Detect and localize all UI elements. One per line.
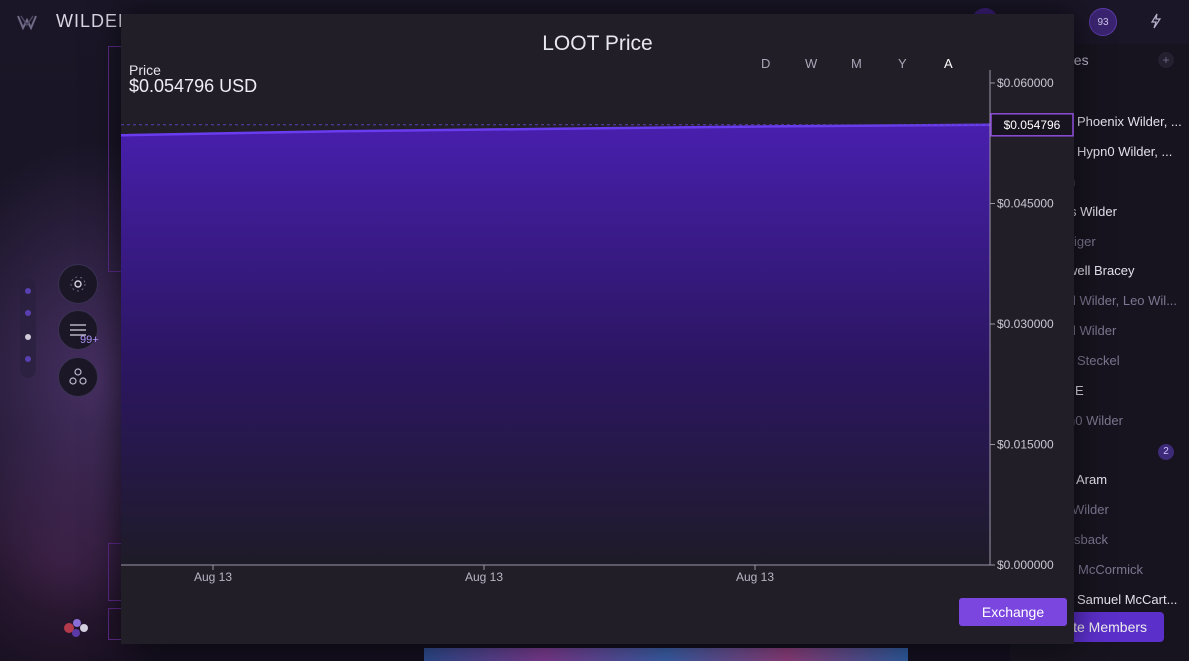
- range-tab-y[interactable]: Y: [898, 56, 907, 71]
- x-tick-label: Aug 13: [736, 570, 774, 584]
- page-indicator-rail: [20, 278, 36, 378]
- y-tick-label: $0.030000: [997, 317, 1054, 331]
- page-dot[interactable]: [25, 288, 31, 294]
- lightning-icon[interactable]: [1143, 8, 1169, 34]
- hub-button[interactable]: [58, 357, 98, 397]
- conversation-item[interactable]: n0 Wilder: [1068, 413, 1123, 428]
- conversation-item[interactable]: Aram: [1076, 472, 1107, 487]
- feed-badge: 99+: [80, 334, 99, 346]
- modal-title: LOOT Price: [542, 32, 653, 55]
- y-tick-label: $0.000000: [997, 558, 1054, 572]
- y-tick-label: $0.045000: [997, 197, 1054, 211]
- current-price-label: $0.054796: [1004, 118, 1061, 132]
- notification-count-badge[interactable]: 93: [1089, 8, 1117, 36]
- conversation-item[interactable]: sback: [1074, 532, 1108, 547]
- range-tab-w[interactable]: W: [805, 56, 817, 71]
- exchange-button[interactable]: Exchange: [959, 598, 1067, 626]
- network-icon: [70, 276, 86, 292]
- price-chart: $0.060000 $0.045000 $0.030000 $0.015000 $0.0…: [121, 70, 1074, 584]
- price-value: $0.054796 USD: [129, 76, 258, 96]
- conversation-item[interactable]: E: [1075, 383, 1084, 398]
- add-conversation-button[interactable]: +: [1158, 52, 1174, 68]
- apps-icon[interactable]: [62, 614, 92, 640]
- conversation-item[interactable]: well Bracey: [1068, 263, 1134, 278]
- x-tick-label: Aug 13: [465, 570, 503, 584]
- x-tick-label: Aug 13: [194, 570, 232, 584]
- invite-members-button[interactable]: ite Members: [1064, 612, 1164, 642]
- range-tab-a[interactable]: A: [944, 56, 953, 71]
- conversation-item[interactable]: Steckel: [1077, 353, 1120, 368]
- conversation-item[interactable]: Samuel McCart...: [1077, 592, 1177, 607]
- range-tab-d[interactable]: D: [761, 56, 770, 71]
- conversation-item[interactable]: iger: [1074, 234, 1096, 249]
- wilder-logo-icon[interactable]: [16, 11, 38, 33]
- page-dot[interactable]: [25, 356, 31, 362]
- conversation-item[interactable]: l Wilder: [1073, 323, 1116, 338]
- conversation-item[interactable]: Wilder: [1072, 502, 1109, 517]
- price-modal: $0.060000 $0.045000 $0.030000 $0.015000 $0.0…: [121, 14, 1074, 644]
- background-art-strip: [424, 648, 908, 661]
- triad-icon: [69, 368, 87, 385]
- page-dot[interactable]: [25, 310, 31, 316]
- conversation-item[interactable]: s Wilder: [1070, 204, 1117, 219]
- unread-count-badge: 2: [1158, 444, 1174, 460]
- range-tab-m[interactable]: M: [851, 56, 862, 71]
- conversation-item[interactable]: Hypn0 Wilder, ...: [1077, 144, 1172, 159]
- explore-button[interactable]: [58, 264, 98, 304]
- conversation-item[interactable]: McCormick: [1078, 562, 1143, 577]
- conversation-item[interactable]: l Wilder, Leo Wil...: [1073, 293, 1177, 308]
- price-area: [121, 124, 990, 566]
- conversation-item[interactable]: Phoenix Wilder, ...: [1077, 114, 1182, 129]
- y-tick-label: $0.060000: [997, 76, 1054, 90]
- y-tick-label: $0.015000: [997, 438, 1054, 452]
- page-dot-active[interactable]: [25, 334, 31, 340]
